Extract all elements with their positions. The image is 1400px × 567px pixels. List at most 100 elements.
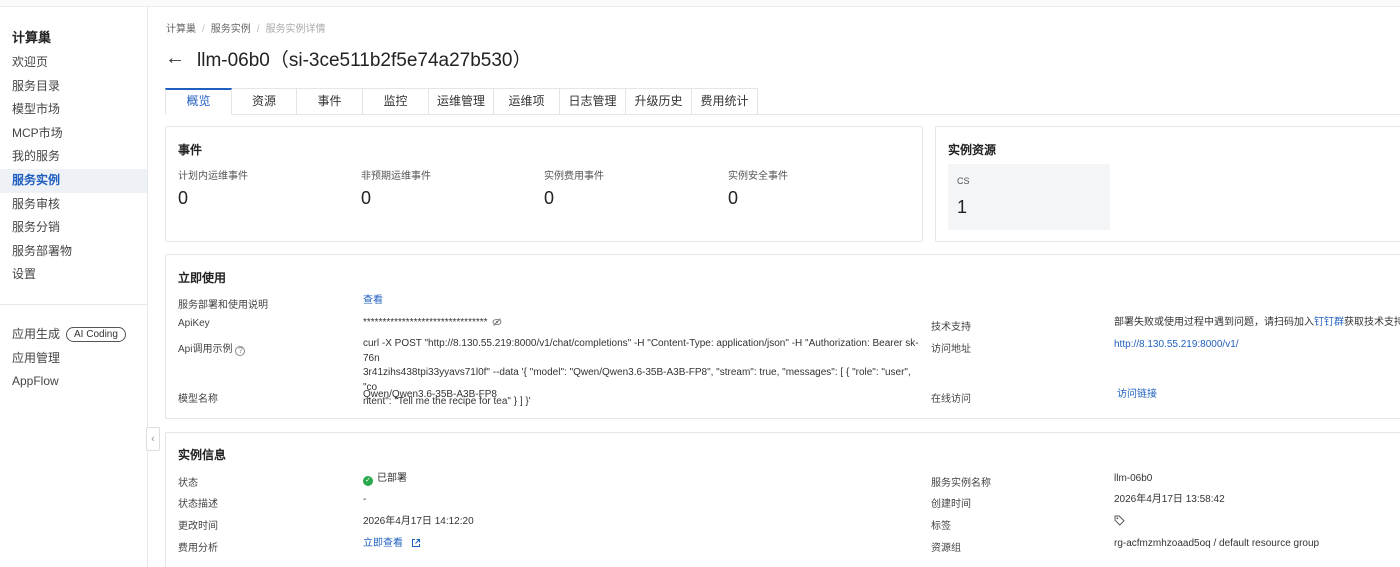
status-label: 状态 <box>178 478 198 489</box>
cost-analysis-link[interactable]: 立即查看 <box>363 538 403 549</box>
sidebar-item-mcp-market[interactable]: MCP市场 <box>0 122 147 146</box>
eye-off-icon[interactable] <box>492 317 502 333</box>
unplanned-ops-label: 非预期运维事件 <box>361 171 431 182</box>
security-events-label: 实例安全事件 <box>728 171 788 182</box>
events-card: 事件 计划内运维事件 0 非预期运维事件 0 实例费用事件 0 实例安全事件 0 <box>165 126 923 242</box>
access-address-link[interactable]: http://8.130.55.219:8000/v1/ <box>1114 338 1239 353</box>
external-link-icon[interactable] <box>411 538 421 554</box>
security-events-value[interactable]: 0 <box>728 188 738 209</box>
breadcrumb-item-compute-nest[interactable]: 计算巢 <box>166 24 196 35</box>
usage-card: 立即使用 服务部署和使用说明 查看 ApiKey ***************… <box>165 254 1400 419</box>
sidebar-item-app-management[interactable]: 应用管理 <box>0 347 147 371</box>
instance-name-label: 服务实例名称 <box>931 478 991 489</box>
updated-time-value: 2026年4月17日 14:12:20 <box>363 516 474 527</box>
tab-log-management[interactable]: 日志管理 <box>560 88 626 115</box>
sidebar-item-model-market[interactable]: 模型市场 <box>0 98 147 122</box>
model-name-label: 模型名称 <box>178 394 218 405</box>
sidebar-item-service-review[interactable]: 服务审核 <box>0 193 147 217</box>
top-bar <box>0 0 1400 7</box>
instance-info-title: 实例信息 <box>178 448 227 462</box>
tech-support-suffix: 获取技术支持 <box>1344 317 1400 328</box>
sidebar-nav-secondary: 应用生成 AI Coding 应用管理 AppFlow <box>0 323 147 394</box>
cost-events-value[interactable]: 0 <box>544 188 554 209</box>
unplanned-ops-value[interactable]: 0 <box>361 188 371 209</box>
tab-bar: 概览 资源 事件 监控 运维管理 运维项 日志管理 升级历史 费用统计 <box>165 88 758 115</box>
tab-ops-items[interactable]: 运维项 <box>494 88 560 115</box>
breadcrumb-item-service-instances[interactable]: 服务实例 <box>211 24 251 35</box>
tag-icon[interactable] <box>1114 515 1125 532</box>
sidebar-brand: 计算巢 <box>12 30 52 45</box>
sidebar-nav: 欢迎页 服务目录 模型市场 MCP市场 我的服务 服务实例 服务审核 服务分销 … <box>0 51 147 287</box>
status-value: 已部署 <box>377 473 407 484</box>
apikey-field: ******************************** <box>363 316 502 333</box>
created-time-value: 2026年4月17日 13:58:42 <box>1114 494 1225 505</box>
sidebar-item-my-services[interactable]: 我的服务 <box>0 145 147 169</box>
tech-support-message: 部署失败或使用过程中遇到问题，请扫码加入 <box>1114 317 1314 328</box>
deploy-guide-label: 服务部署和使用说明 <box>178 300 268 311</box>
breadcrumb-separator: / <box>202 24 205 35</box>
sidebar-item-service-distribution[interactable]: 服务分销 <box>0 216 147 240</box>
cost-events-label: 实例费用事件 <box>544 171 604 182</box>
resources-title: 实例资源 <box>948 143 997 157</box>
back-arrow-icon[interactable]: ← <box>165 48 185 68</box>
cost-analysis-row: 立即查看 <box>363 537 421 554</box>
sidebar-item-welcome[interactable]: 欢迎页 <box>0 51 147 75</box>
cost-analysis-label: 费用分析 <box>178 543 218 554</box>
created-time-label: 创建时间 <box>931 499 971 510</box>
access-address-label: 访问地址 <box>931 344 971 355</box>
instance-name-value: llm-06b0 <box>1114 473 1153 484</box>
instance-info-card: 实例信息 状态 ✓ 已部署 状态描述 - 更改时间 2026年4月17日 14:1… <box>165 432 1400 567</box>
tabs-underline <box>756 114 1400 115</box>
page-header: ← llm-06b0（si-3ce511b2f5e74a27b530） <box>165 44 532 72</box>
resource-group-value: rg-acfmzmhzoaad5oq / default resource gr… <box>1114 538 1320 549</box>
page-title: llm-06b0（si-3ce511b2f5e74a27b530） <box>197 49 532 71</box>
model-name-value: Qwen/Qwen3.6-35B-A3B-FP8 <box>363 389 497 400</box>
deploy-guide-link[interactable]: 查看 <box>363 294 383 309</box>
tech-support-label: 技术支持 <box>931 322 971 333</box>
api-example-line: curl -X POST "http://8.130.55.219:8000/v… <box>363 338 919 364</box>
breadcrumb-separator: / <box>256 24 260 35</box>
resource-tile[interactable]: CS 1 <box>948 164 1110 230</box>
events-title: 事件 <box>178 143 203 157</box>
tags-value <box>1114 515 1125 532</box>
planned-ops-value[interactable]: 0 <box>178 188 188 209</box>
sidebar-item-app-generation[interactable]: 应用生成 AI Coding <box>0 323 147 347</box>
resource-count: 1 <box>957 197 968 217</box>
sidebar-item-service-instances[interactable]: 服务实例 <box>0 168 147 193</box>
tab-monitoring[interactable]: 监控 <box>363 88 429 115</box>
sidebar-item-settings[interactable]: 设置 <box>0 263 147 287</box>
resource-type-label: CS <box>957 176 970 186</box>
tab-cost-statistics[interactable]: 费用统计 <box>692 88 758 115</box>
resource-group-label: 资源组 <box>931 543 961 554</box>
breadcrumb: 计算巢 / 服务实例 / 服务实例详情 <box>166 20 326 35</box>
tab-ops-management[interactable]: 运维管理 <box>429 88 494 115</box>
sidebar-item-service-catalog[interactable]: 服务目录 <box>0 75 147 99</box>
sidebar-item-deployment-artifacts[interactable]: 服务部署物 <box>0 240 147 264</box>
planned-ops-label: 计划内运维事件 <box>178 171 248 182</box>
help-icon[interactable]: ? <box>235 346 246 356</box>
tech-support-text: 部署失败或使用过程中遇到问题，请扫码加入钉钉群获取技术支持 <box>1114 316 1400 331</box>
breadcrumb-item-current: 服务实例详情 <box>265 24 326 35</box>
tab-upgrade-history[interactable]: 升级历史 <box>626 88 692 115</box>
sidebar-item-label: 应用生成 <box>12 327 61 341</box>
usage-title: 立即使用 <box>178 271 227 285</box>
api-example-label-row: Api调用示例? <box>178 340 246 356</box>
tab-events[interactable]: 事件 <box>297 88 363 115</box>
apikey-label: ApiKey <box>178 318 210 329</box>
dingtalk-group-link[interactable]: 钉钉群 <box>1314 317 1344 328</box>
status-desc-label: 状态描述 <box>178 499 218 510</box>
online-access-link[interactable]: 访问链接 <box>1117 388 1157 403</box>
ai-coding-badge: AI Coding <box>66 327 126 343</box>
updated-time-label: 更改时间 <box>178 521 218 532</box>
tags-label: 标签 <box>931 521 951 532</box>
sidebar-item-appflow[interactable]: AppFlow <box>0 370 147 394</box>
online-access-label: 在线访问 <box>931 394 971 405</box>
apikey-value: ******************************** <box>363 317 488 328</box>
tab-resources[interactable]: 资源 <box>232 88 297 115</box>
sidebar-divider <box>0 304 147 305</box>
tab-overview[interactable]: 概览 <box>165 88 232 115</box>
sidebar-collapse-button[interactable]: ‹ <box>146 427 160 451</box>
check-circle-icon: ✓ <box>363 476 373 486</box>
status-badge: ✓ 已部署 <box>363 472 407 487</box>
api-example-label: Api调用示例 <box>178 344 233 355</box>
